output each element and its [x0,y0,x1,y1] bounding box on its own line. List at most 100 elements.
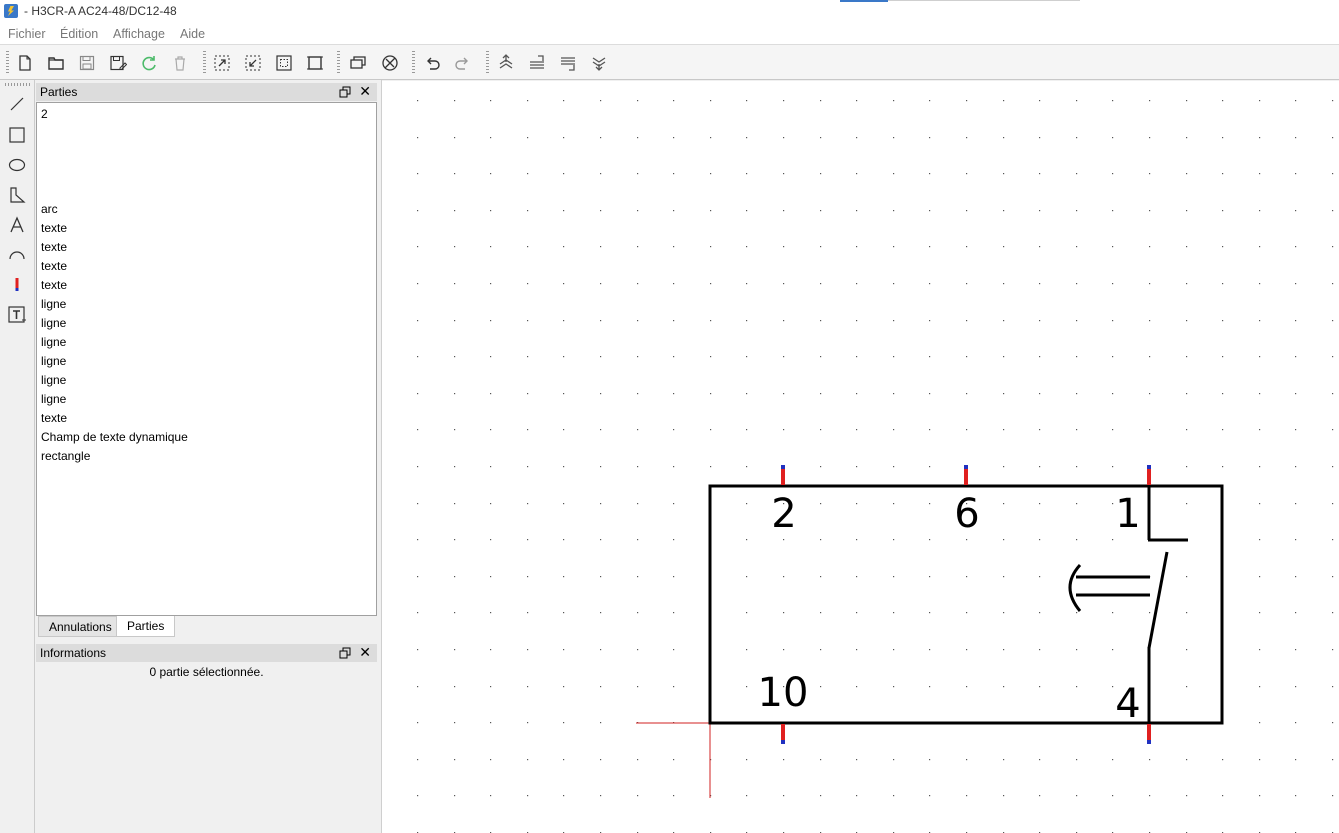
list-item[interactable]: texte [41,259,67,273]
list-item[interactable]: ligne [41,297,66,311]
list-item[interactable]: ligne [41,316,66,330]
grid-dot [746,686,748,688]
menu-aide[interactable]: Aide [180,27,205,41]
list-item[interactable]: ligne [41,373,66,387]
rectangle-icon[interactable] [6,124,28,146]
undo-icon[interactable] [422,53,442,73]
ellipse-icon[interactable] [6,154,28,176]
toolbar-grip[interactable] [337,51,340,75]
close-icon[interactable]: ✕ [359,645,371,659]
grid-dot [1186,173,1188,175]
reload-icon[interactable] [139,53,159,73]
grid-dot [1003,210,1005,212]
terminal-pin2[interactable] [781,469,785,485]
parts-list[interactable]: 2 arc texte texte texte texte ligne lign… [36,102,377,616]
raise-icon[interactable] [527,53,547,73]
menu-fichier[interactable]: Fichier [8,27,46,41]
properties-icon[interactable] [348,53,368,73]
grid-dot [563,210,565,212]
redo-icon[interactable] [453,53,473,73]
grid-dot [746,649,748,651]
list-item[interactable]: texte [41,278,67,292]
grid-dot [1003,759,1005,761]
toolbar-grip[interactable] [5,83,30,86]
pin-label-2[interactable]: 2 [771,491,796,537]
grid-dot [600,246,602,248]
pin-label-1[interactable]: 1 [1115,491,1140,537]
list-item[interactable]: rectangle [41,449,90,463]
grid-dot [783,173,785,175]
grid-dot [856,686,858,688]
grid-dot [929,576,931,578]
text-icon[interactable] [6,214,28,236]
grid-dot [454,173,456,175]
tab-annulations[interactable]: Annulations [38,616,123,637]
menu-edition[interactable]: Édition [60,27,98,41]
terminal-pin6[interactable] [964,469,968,485]
toolbar-grip[interactable] [486,51,489,75]
lower-icon[interactable] [558,53,578,73]
drawing-canvas[interactable]: 2 6 1 10 4 [382,81,1339,833]
list-item[interactable]: ligne [41,354,66,368]
grid-dot [1076,612,1078,614]
grid-dot [673,649,675,651]
grid-dot [1112,137,1114,139]
dynamic-text-icon[interactable] [6,304,28,326]
new-file-icon[interactable] [15,53,35,73]
grid-dot [417,210,419,212]
terminal-pin4[interactable] [1147,724,1151,740]
grid-dot [1076,759,1078,761]
grid-dot [820,356,822,358]
bring-front-icon[interactable] [496,53,516,73]
list-item[interactable]: arc [41,202,58,216]
canvas-svg[interactable]: 2 6 1 10 4 [382,81,1339,833]
send-back-icon[interactable] [589,53,609,73]
list-item[interactable]: texte [41,240,67,254]
no-pin-icon[interactable] [380,53,400,73]
grid-dot [893,429,895,431]
float-icon[interactable] [339,647,351,659]
pin-label-4[interactable]: 4 [1115,681,1140,727]
switch-line[interactable] [1147,551,1169,649]
grid-dot [454,100,456,102]
terminal-icon[interactable] [6,274,28,296]
save-icon[interactable] [77,53,97,73]
pin-label-6[interactable]: 6 [954,491,979,537]
grid-dot [929,429,931,431]
list-item[interactable]: Champ de texte dynamique [41,430,188,444]
grid-dot [1003,503,1005,505]
zoom-reset-icon[interactable] [305,53,325,73]
delete-icon[interactable] [170,53,190,73]
zoom-out-icon[interactable] [243,53,263,73]
zoom-in-icon[interactable] [212,53,232,73]
line-icon[interactable] [6,93,28,115]
float-icon[interactable] [339,86,351,98]
grid-dot [746,173,748,175]
toolbar-grip[interactable] [203,51,206,75]
arc-icon[interactable] [6,244,28,266]
list-item[interactable]: texte [41,221,67,235]
open-file-icon[interactable] [46,53,66,73]
close-icon[interactable]: ✕ [359,84,371,98]
tab-parties[interactable]: Parties [116,616,176,637]
info-panel: 0 partie sélectionnée. [36,662,377,833]
list-item[interactable]: ligne [41,392,66,406]
grid-dot [1149,173,1151,175]
zoom-fit-icon[interactable] [274,53,294,73]
grid-dot [820,283,822,285]
save-as-icon[interactable] [108,53,128,73]
list-item[interactable]: ligne [41,335,66,349]
menu-affichage[interactable]: Affichage [113,27,165,41]
polygon-icon[interactable] [6,184,28,206]
switch-arc[interactable] [1068,563,1082,612]
grid-dot [417,722,419,724]
menu-bar: Fichier Édition Affichage Aide [0,24,1339,44]
terminal-pin10[interactable] [781,724,785,740]
toolbar-grip[interactable] [412,51,415,75]
list-item[interactable]: texte [41,411,67,425]
toolbar-grip[interactable] [6,51,9,75]
pin-label-10[interactable]: 10 [758,670,809,716]
list-item[interactable]: 2 [41,107,48,121]
grid-dot [417,539,419,541]
terminal-pin1[interactable] [1147,469,1151,485]
